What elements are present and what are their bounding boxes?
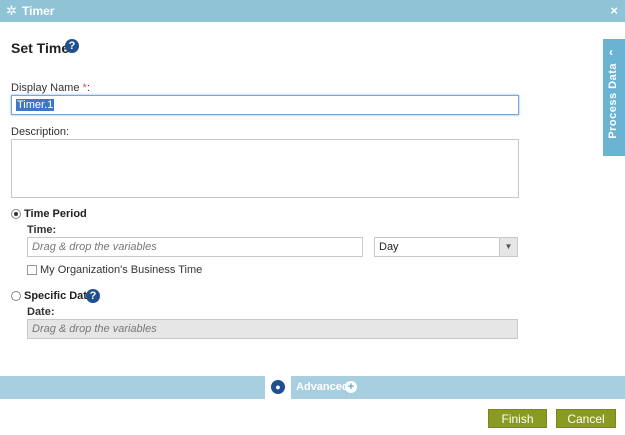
help-icon[interactable]: ? (65, 39, 79, 53)
display-name-label-text: Display Name (11, 82, 83, 94)
display-name-value: Timer.1 (16, 99, 55, 111)
globe-button[interactable]: ● (265, 376, 291, 399)
specific-date-radio[interactable] (11, 291, 21, 301)
globe-icon: ● (271, 380, 285, 394)
title-bar: ✲ Timer × (0, 0, 625, 22)
chevron-down-icon: ▼ (499, 238, 517, 256)
chevron-left-icon: ‹ (609, 45, 613, 59)
specific-date-label: Specific Date (24, 290, 94, 302)
description-textarea[interactable] (11, 139, 519, 198)
process-data-label: Process Data (607, 63, 619, 139)
time-unit-select[interactable]: Day ▼ (374, 237, 518, 257)
finish-button[interactable]: Finish (488, 409, 547, 428)
cancel-button[interactable]: Cancel (556, 409, 616, 428)
business-time-checkbox[interactable] (27, 265, 37, 275)
time-period-label: Time Period (24, 208, 87, 220)
date-input: Drag & drop the variables (27, 319, 518, 339)
description-label: Description: (11, 126, 70, 138)
display-name-label: Display Name *: (11, 82, 90, 94)
help-icon[interactable]: ? (86, 289, 100, 303)
time-label: Time: (27, 224, 57, 236)
time-unit-value: Day (379, 241, 399, 253)
advanced-bar[interactable]: ● Advanced + (0, 376, 625, 399)
business-time-label: My Organization's Business Time (40, 264, 203, 276)
time-input[interactable]: Drag & drop the variables (27, 237, 363, 257)
window-title: Timer (22, 4, 55, 18)
time-placeholder: Drag & drop the variables (32, 241, 157, 253)
gear-icon: ✲ (6, 3, 17, 18)
display-name-colon: : (86, 82, 90, 94)
display-name-input[interactable]: Timer.1 (11, 95, 519, 115)
plus-icon[interactable]: + (345, 381, 357, 393)
page-title-text: Set Time (11, 40, 70, 56)
advanced-label[interactable]: Advanced (296, 381, 349, 393)
process-data-tab[interactable]: ‹ Process Data (603, 39, 625, 156)
date-placeholder: Drag & drop the variables (32, 323, 157, 335)
close-icon[interactable]: × (610, 3, 618, 18)
date-label: Date: (27, 306, 55, 318)
page-title: Set Time ? (11, 39, 79, 56)
time-period-radio[interactable] (11, 209, 21, 219)
